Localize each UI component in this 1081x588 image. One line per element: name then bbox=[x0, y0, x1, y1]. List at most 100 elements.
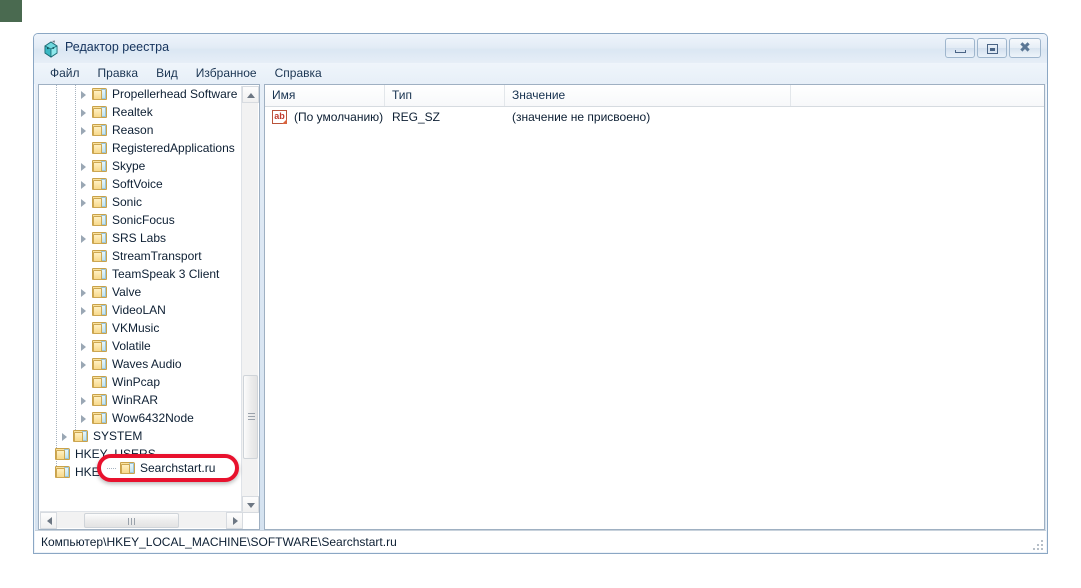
minimize-button[interactable] bbox=[945, 38, 975, 58]
column-header-name[interactable]: Имя bbox=[265, 85, 385, 106]
expand-arrow-icon[interactable] bbox=[80, 126, 89, 135]
vertical-scroll-thumb[interactable] bbox=[243, 375, 258, 459]
expand-arrow-icon[interactable] bbox=[80, 288, 89, 297]
menu-item-favorites[interactable]: Избранное bbox=[187, 64, 266, 83]
tree-item-label: VideoLAN bbox=[112, 303, 166, 317]
menu-item-file[interactable]: Файл bbox=[41, 64, 89, 83]
registry-values-pane[interactable]: Имя Тип Значение ab (По умолчанию) REG_S… bbox=[264, 84, 1045, 530]
restore-button[interactable] bbox=[977, 38, 1007, 58]
scroll-left-button[interactable] bbox=[40, 512, 57, 529]
tree-item[interactable]: VideoLAN bbox=[39, 301, 243, 319]
expand-arrow-icon[interactable] bbox=[61, 432, 70, 441]
menu-item-view[interactable]: Вид bbox=[147, 64, 187, 83]
folder-icon bbox=[55, 465, 71, 479]
expand-arrow-icon[interactable] bbox=[80, 180, 89, 189]
tree-item[interactable]: SonicFocus bbox=[39, 211, 243, 229]
tree-item[interactable]: Waves Audio bbox=[39, 355, 243, 373]
scroll-up-button[interactable] bbox=[242, 86, 259, 103]
column-header-type[interactable]: Тип bbox=[385, 85, 505, 106]
folder-icon bbox=[73, 429, 89, 443]
menu-item-edit[interactable]: Правка bbox=[89, 64, 148, 83]
tree-item[interactable]: Wow6432Node bbox=[39, 409, 243, 427]
tree-item-label: WinPcap bbox=[112, 375, 161, 389]
tree-item-label: SYSTEM bbox=[93, 429, 143, 443]
horizontal-scroll-thumb[interactable] bbox=[84, 513, 179, 528]
expand-arrow-icon[interactable] bbox=[80, 162, 89, 171]
table-row[interactable]: ab (По умолчанию) REG_SZ (значение не пр… bbox=[265, 107, 1044, 127]
tree-item-label: RegisteredApplications bbox=[112, 141, 235, 155]
tree-guide-line bbox=[107, 467, 117, 469]
expand-arrow-icon[interactable] bbox=[80, 306, 89, 315]
window-controls: ✖ bbox=[945, 38, 1041, 58]
tree-item[interactable]: Reason bbox=[39, 121, 243, 139]
expand-arrow-icon[interactable] bbox=[80, 234, 89, 243]
folder-icon bbox=[92, 123, 108, 137]
tree-item[interactable]: VKMusic bbox=[39, 319, 243, 337]
folder-icon bbox=[92, 393, 108, 407]
folder-icon bbox=[92, 159, 108, 173]
chevron-left-icon bbox=[47, 517, 52, 525]
value-name: (По умолчанию) bbox=[294, 110, 384, 124]
folder-icon bbox=[92, 141, 108, 155]
tree-item-label: Valve bbox=[112, 285, 142, 299]
list-header: Имя Тип Значение bbox=[265, 85, 1044, 107]
tree-item[interactable]: TeamSpeak 3 Client bbox=[39, 265, 243, 283]
value-type: REG_SZ bbox=[392, 110, 441, 124]
expand-arrow-icon[interactable] bbox=[80, 108, 89, 117]
tree-item-label: Skype bbox=[112, 159, 146, 173]
tree-item-label: WinRAR bbox=[112, 393, 159, 407]
tree-item-label: StreamTransport bbox=[112, 249, 202, 263]
tree-item-label: TeamSpeak 3 Client bbox=[112, 267, 220, 281]
folder-icon bbox=[92, 213, 108, 227]
tree-item[interactable]: Valve bbox=[39, 283, 243, 301]
tree-item[interactable]: SRS Labs bbox=[39, 229, 243, 247]
tree-item[interactable]: WinRAR bbox=[39, 391, 243, 409]
chevron-down-icon bbox=[247, 503, 255, 508]
expand-arrow-icon[interactable] bbox=[80, 414, 89, 423]
tree-item[interactable]: Realtek bbox=[39, 103, 243, 121]
tree-item[interactable]: Propellerhead Software bbox=[39, 85, 243, 103]
menu-item-help[interactable]: Справка bbox=[266, 64, 331, 83]
value-data: (значение не присвоено) bbox=[512, 110, 651, 124]
resize-grip-icon[interactable] bbox=[1031, 538, 1043, 550]
folder-icon bbox=[92, 87, 108, 101]
tree-item-label: VKMusic bbox=[112, 321, 160, 335]
screenshot-root: Редактор реестра ✖ Файл Правка Вид Избра… bbox=[0, 0, 1081, 588]
tree-item[interactable]: SYSTEM bbox=[39, 427, 243, 445]
title-bar[interactable]: Редактор реестра ✖ bbox=[34, 34, 1047, 63]
expand-arrow-icon[interactable] bbox=[80, 396, 89, 405]
expand-arrow-icon[interactable] bbox=[80, 90, 89, 99]
scroll-down-button[interactable] bbox=[242, 496, 259, 513]
tree-item-label: Sonic bbox=[112, 195, 143, 209]
column-header-value[interactable]: Значение bbox=[505, 85, 791, 106]
folder-icon bbox=[92, 177, 108, 191]
tree-item[interactable]: RegisteredApplications bbox=[39, 139, 243, 157]
scroll-right-button[interactable] bbox=[226, 512, 243, 529]
tree-item[interactable]: SoftVoice bbox=[39, 175, 243, 193]
tree-item[interactable]: Skype bbox=[39, 157, 243, 175]
expand-arrow-icon[interactable] bbox=[80, 360, 89, 369]
folder-icon bbox=[92, 285, 108, 299]
folder-icon bbox=[92, 231, 108, 245]
tree-item[interactable]: Sonic bbox=[39, 193, 243, 211]
expand-arrow-icon[interactable] bbox=[80, 198, 89, 207]
expand-arrow-icon[interactable] bbox=[80, 342, 89, 351]
restore-icon bbox=[987, 44, 998, 54]
chevron-right-icon bbox=[233, 517, 238, 525]
tree-horizontal-scrollbar[interactable] bbox=[40, 511, 243, 529]
folder-icon bbox=[55, 447, 71, 461]
registry-tree-list: Propellerhead Software Realtek Reason Regis… bbox=[39, 85, 243, 481]
tree-item[interactable]: WinPcap bbox=[39, 373, 243, 391]
tree-item[interactable]: StreamTransport bbox=[39, 247, 243, 265]
folder-icon bbox=[92, 339, 108, 353]
folder-icon bbox=[92, 249, 108, 263]
selected-key-label[interactable]: Searchstart.ru bbox=[136, 461, 215, 475]
tree-item[interactable]: Volatile bbox=[39, 337, 243, 355]
tree-vertical-scrollbar[interactable] bbox=[241, 86, 259, 513]
close-button[interactable]: ✖ bbox=[1009, 38, 1041, 58]
